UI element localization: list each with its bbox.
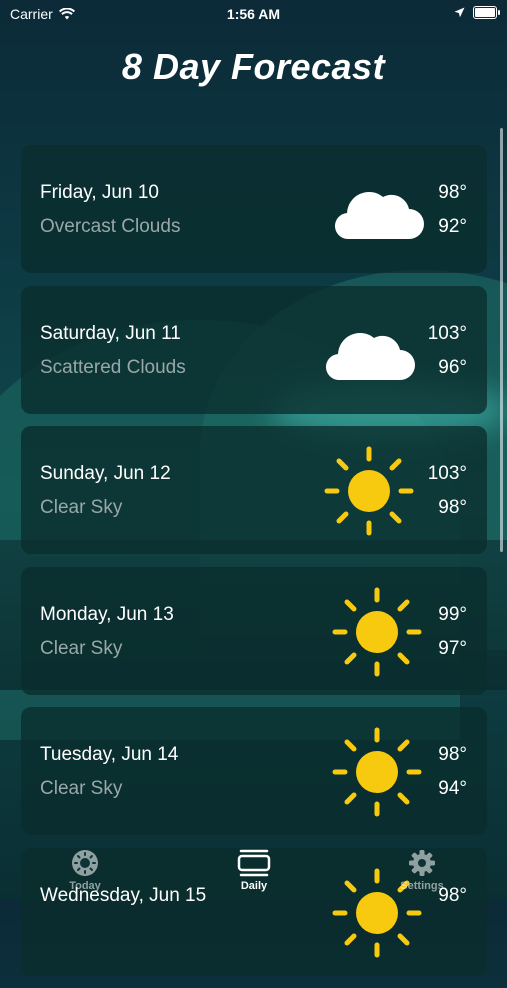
forecast-card[interactable]: Sunday, Jun 12 Clear Sky 103° 98° xyxy=(21,426,487,554)
tab-daily[interactable]: Daily xyxy=(194,848,314,892)
tab-label: Today xyxy=(69,880,101,892)
forecast-card[interactable]: Monday, Jun 13 Clear Sky 99° 97° xyxy=(21,566,487,695)
forecast-low: 94° xyxy=(438,778,467,799)
forecast-high: 99° xyxy=(438,603,467,625)
status-bar: Carrier 1:56 AM xyxy=(0,0,507,28)
forecast-day: Tuesday, Jun 14 xyxy=(40,744,179,765)
forecast-high: 98° xyxy=(438,744,467,765)
forecast-day: Friday, Jun 10 xyxy=(40,182,159,203)
forecast-high: 98° xyxy=(438,182,467,203)
forecast-condition: Clear Sky xyxy=(40,637,123,659)
forecast-card[interactable]: Tuesday, Jun 14 Clear Sky 98° 94° xyxy=(21,707,487,835)
sun-icon xyxy=(329,587,425,677)
tab-label: Settings xyxy=(400,880,444,892)
forecast-low: 97° xyxy=(438,637,467,659)
forecast-condition: Clear Sky xyxy=(40,778,123,799)
tab-label: Daily xyxy=(240,880,268,892)
page-title: 8 Day Forecast xyxy=(121,46,386,87)
sun-icon xyxy=(329,727,425,817)
clock: 1:56 AM xyxy=(226,6,281,22)
gear-icon xyxy=(362,848,482,878)
cloud-icon xyxy=(322,306,418,396)
list-icon xyxy=(194,848,314,878)
forecast-low: 92° xyxy=(438,216,467,237)
forecast-day: Sunday, Jun 12 xyxy=(40,463,171,484)
forecast-card[interactable]: Saturday, Jun 11 Scattered Clouds 103° 9… xyxy=(21,285,487,414)
forecast-day: Monday, Jun 13 xyxy=(40,603,174,625)
forecast-high: 103° xyxy=(427,322,467,344)
battery-icon xyxy=(473,6,500,19)
tab-bar: Today Daily Settings xyxy=(0,848,507,900)
forecast-day: Saturday, Jun 11 xyxy=(40,322,181,344)
forecast-low: 98° xyxy=(438,497,467,518)
forecast-card[interactable]: Friday, Jun 10 Overcast Clouds 98° 92° xyxy=(21,145,487,273)
tab-settings[interactable]: Settings xyxy=(362,848,482,892)
forecast-high: 103° xyxy=(427,463,467,484)
sun-icon xyxy=(321,446,417,536)
tab-today[interactable]: Today xyxy=(25,848,145,892)
sun-circle-icon xyxy=(25,848,145,878)
forecast-condition: Clear Sky xyxy=(40,497,123,518)
cloud-icon xyxy=(331,165,427,255)
location-arrow-icon xyxy=(454,7,465,18)
forecast-low: 96° xyxy=(438,356,467,378)
forecast-condition: Scattered Clouds xyxy=(40,356,186,378)
forecast-condition: Overcast Clouds xyxy=(40,216,181,237)
scroll-indicator[interactable] xyxy=(500,128,503,552)
